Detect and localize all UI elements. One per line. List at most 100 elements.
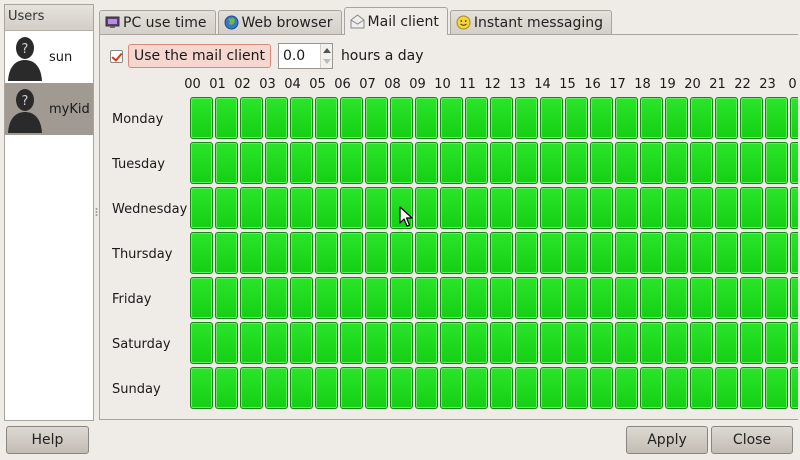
schedule-cell[interactable] [640, 142, 663, 184]
schedule-cell[interactable] [765, 277, 788, 319]
schedule-cell[interactable] [690, 142, 713, 184]
schedule-cell[interactable] [640, 277, 663, 319]
schedule-cell[interactable] [590, 142, 613, 184]
schedule-cell[interactable] [440, 367, 463, 409]
schedule-cell[interactable] [240, 367, 263, 409]
schedule-cell[interactable] [390, 367, 413, 409]
schedule-cell[interactable] [740, 367, 763, 409]
schedule-cell[interactable] [715, 142, 738, 184]
schedule-cell[interactable] [790, 277, 798, 319]
schedule-cell[interactable] [265, 232, 288, 274]
schedule-cell[interactable] [340, 367, 363, 409]
schedule-cell[interactable] [790, 142, 798, 184]
user-item-sun[interactable]: ? sun [5, 31, 93, 83]
spin-up-icon[interactable] [322, 48, 331, 53]
schedule-cell[interactable] [565, 232, 588, 274]
schedule-cell[interactable] [640, 367, 663, 409]
schedule-cell[interactable] [715, 187, 738, 229]
schedule-cell[interactable] [765, 232, 788, 274]
schedule-cell[interactable] [390, 142, 413, 184]
schedule-cell[interactable] [190, 142, 213, 184]
schedule-cell[interactable] [315, 277, 338, 319]
schedule-cell[interactable] [740, 277, 763, 319]
schedule-cell[interactable] [440, 277, 463, 319]
schedule-cell[interactable] [265, 97, 288, 139]
schedule-cell[interactable] [365, 97, 388, 139]
schedule-cell[interactable] [515, 142, 538, 184]
schedule-cell[interactable] [440, 97, 463, 139]
schedule-cell[interactable] [215, 142, 238, 184]
schedule-cell[interactable] [565, 322, 588, 364]
schedule-cell[interactable] [690, 232, 713, 274]
schedule-cell[interactable] [240, 322, 263, 364]
schedule-cell[interactable] [790, 232, 798, 274]
schedule-cell[interactable] [565, 142, 588, 184]
schedule-cell[interactable] [765, 367, 788, 409]
schedule-cell[interactable] [690, 187, 713, 229]
schedule-cell[interactable] [640, 232, 663, 274]
schedule-cell[interactable] [690, 97, 713, 139]
schedule-cell[interactable] [590, 322, 613, 364]
schedule-cell[interactable] [290, 142, 313, 184]
schedule-cell[interactable] [340, 232, 363, 274]
schedule-cell[interactable] [240, 277, 263, 319]
schedule-cell[interactable] [415, 232, 438, 274]
schedule-cell[interactable] [765, 187, 788, 229]
schedule-cell[interactable] [415, 97, 438, 139]
schedule-cell[interactable] [440, 142, 463, 184]
schedule-cell[interactable] [315, 142, 338, 184]
schedule-cell[interactable] [665, 367, 688, 409]
schedule-cell[interactable] [290, 277, 313, 319]
schedule-cell[interactable] [640, 322, 663, 364]
schedule-cell[interactable] [490, 322, 513, 364]
schedule-cell[interactable] [540, 277, 563, 319]
schedule-cell[interactable] [190, 277, 213, 319]
hours-spinbutton[interactable]: 0.0 [277, 43, 333, 69]
close-button[interactable]: Close [711, 426, 793, 454]
schedule-cell[interactable] [515, 232, 538, 274]
schedule-cell[interactable] [340, 277, 363, 319]
schedule-cell[interactable] [665, 142, 688, 184]
spin-down-icon[interactable] [322, 59, 331, 64]
schedule-cell[interactable] [690, 367, 713, 409]
schedule-cell[interactable] [540, 187, 563, 229]
schedule-cell[interactable] [190, 322, 213, 364]
schedule-cell[interactable] [765, 322, 788, 364]
schedule-cell[interactable] [615, 322, 638, 364]
schedule-cell[interactable] [290, 367, 313, 409]
tab-pc-use-time[interactable]: PC use time [99, 10, 216, 34]
schedule-cell[interactable] [740, 97, 763, 139]
schedule-cell[interactable] [240, 97, 263, 139]
schedule-cell[interactable] [715, 97, 738, 139]
schedule-cell[interactable] [665, 322, 688, 364]
schedule-cell[interactable] [340, 142, 363, 184]
schedule-cell[interactable] [415, 322, 438, 364]
schedule-cell[interactable] [790, 367, 798, 409]
schedule-cell[interactable] [290, 187, 313, 229]
schedule-cell[interactable] [540, 322, 563, 364]
schedule-cell[interactable] [590, 277, 613, 319]
tab-web-browser[interactable]: Web browser [217, 10, 342, 34]
schedule-cell[interactable] [215, 367, 238, 409]
schedule-cell[interactable] [290, 232, 313, 274]
schedule-cell[interactable] [615, 232, 638, 274]
schedule-cell[interactable] [665, 97, 688, 139]
schedule-cell[interactable] [565, 367, 588, 409]
schedule-cell[interactable] [540, 142, 563, 184]
schedule-cell[interactable] [640, 187, 663, 229]
schedule-cell[interactable] [315, 97, 338, 139]
schedule-cell[interactable] [240, 187, 263, 229]
hours-value[interactable]: 0.0 [279, 48, 305, 64]
schedule-cell[interactable] [465, 232, 488, 274]
schedule-cell[interactable] [215, 97, 238, 139]
schedule-cell[interactable] [465, 322, 488, 364]
schedule-cell[interactable] [590, 232, 613, 274]
user-item-mykid[interactable]: ? myKid [5, 83, 93, 135]
schedule-cell[interactable] [415, 277, 438, 319]
schedule-cell[interactable] [740, 322, 763, 364]
schedule-cell[interactable] [590, 97, 613, 139]
schedule-cell[interactable] [265, 277, 288, 319]
schedule-cell[interactable] [440, 322, 463, 364]
apply-button[interactable]: Apply [626, 426, 708, 454]
schedule-cell[interactable] [590, 367, 613, 409]
